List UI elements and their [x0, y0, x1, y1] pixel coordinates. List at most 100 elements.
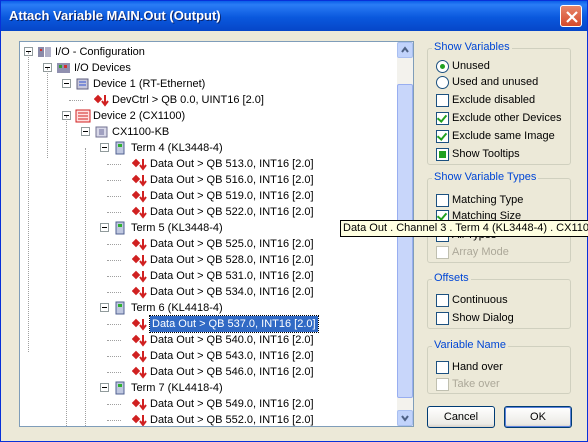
tree-connector	[107, 260, 121, 261]
terminal-icon	[113, 141, 129, 155]
tree-item[interactable]: DevCtrl > QB 0.0, UINT16 [2.0]	[112, 92, 264, 108]
terminal-icon	[113, 221, 129, 235]
output-variable-icon	[131, 157, 148, 171]
tree-item-label: I/O Devices	[74, 62, 131, 74]
bus-coupler-icon	[94, 125, 110, 139]
tree-item-selected[interactable]: Data Out > QB 537.0, INT16 [2.0]	[149, 315, 319, 333]
tree-item-label: Term 6 (KL4418-4)	[131, 302, 223, 314]
chevron-down-icon	[401, 415, 409, 422]
tree-collapse-toggle[interactable]	[100, 303, 109, 312]
tree-connector	[107, 340, 121, 341]
tree-item[interactable]: Data Out > QB 549.0, INT16 [2.0]	[150, 396, 314, 412]
tree-item-label: Data Out > QB 540.0, INT16 [2.0]	[150, 334, 314, 346]
offsets-group: Offsets Continuous Show Dialog	[427, 272, 571, 329]
tree-item[interactable]: Term 7 (KL4418-4)	[131, 380, 223, 396]
scroll-up-button[interactable]	[397, 42, 413, 58]
tree-item[interactable]: Data Out > QB 525.0, INT16 [2.0]	[150, 236, 314, 252]
tree-connector	[107, 372, 121, 373]
tree-item-label: Data Out > QB 513.0, INT16 [2.0]	[150, 158, 314, 170]
title-bar[interactable]: Attach Variable MAIN.Out (Output)	[1, 1, 587, 31]
tree-item-label: Data Out > QB 543.0, INT16 [2.0]	[150, 350, 314, 362]
tree-guide-line	[66, 116, 67, 426]
tree-item[interactable]: Device 1 (RT-Ethernet)	[93, 76, 205, 92]
tree-item[interactable]: Term 6 (KL4418-4)	[131, 300, 223, 316]
tree-item-label: DevCtrl > QB 0.0, UINT16 [2.0]	[112, 94, 264, 106]
output-variable-icon	[131, 397, 148, 411]
tree-item-label: Data Out > QB 522.0, INT16 [2.0]	[150, 206, 314, 218]
output-variable-icon	[131, 189, 148, 203]
tree-collapse-toggle[interactable]	[100, 143, 109, 152]
show-variables-group: Show Variables Unused Used and unused Ex…	[427, 41, 571, 165]
tree-collapse-toggle[interactable]	[100, 223, 109, 232]
tree-item[interactable]: Data Out > QB 540.0, INT16 [2.0]	[150, 332, 314, 348]
tree-item[interactable]: Data Out > QB 519.0, INT16 [2.0]	[150, 188, 314, 204]
tree-guide-line	[28, 52, 29, 352]
tree-item-label: Data Out > QB 516.0, INT16 [2.0]	[150, 174, 314, 186]
output-variable-icon	[131, 365, 148, 379]
tree-guide-line	[47, 68, 48, 158]
tree-item[interactable]: Data Out > QB 534.0, INT16 [2.0]	[150, 284, 314, 300]
output-variable-icon	[131, 173, 148, 187]
tree-item-label: Data Out > QB 546.0, INT16 [2.0]	[150, 366, 314, 378]
tree-item[interactable]: Data Out > QB 528.0, INT16 [2.0]	[150, 252, 314, 268]
ok-button[interactable]: OK	[504, 406, 572, 428]
tree-connector	[107, 356, 121, 357]
tree-connector	[107, 180, 121, 181]
output-variable-icon	[131, 333, 148, 347]
terminal-icon	[113, 301, 129, 315]
window-title: Attach Variable MAIN.Out (Output)	[9, 8, 221, 23]
tree-collapse-toggle[interactable]	[81, 127, 90, 136]
tree-collapse-toggle[interactable]	[62, 79, 71, 88]
group-title: Offsets	[432, 272, 471, 284]
tree-item[interactable]: Data Out > QB 543.0, INT16 [2.0]	[150, 348, 314, 364]
tree-item[interactable]: Term 4 (KL3448-4)	[131, 140, 223, 156]
tree-collapse-toggle[interactable]	[100, 383, 109, 392]
output-variable-icon	[93, 93, 110, 107]
output-variable-icon	[131, 317, 148, 331]
scroll-thumb[interactable]	[397, 84, 413, 398]
tree-item[interactable]: Term 5 (KL3448-4)	[131, 220, 223, 236]
close-button[interactable]	[560, 5, 582, 27]
scroll-down-button[interactable]	[397, 410, 413, 426]
tree-item-label: Data Out > QB 525.0, INT16 [2.0]	[150, 238, 314, 250]
group-title: Show Variables	[432, 41, 512, 53]
output-variable-icon	[131, 237, 148, 251]
tree-item-label: Data Out > QB 519.0, INT16 [2.0]	[150, 190, 314, 202]
tree-item-label: Data Out > QB 531.0, INT16 [2.0]	[150, 270, 314, 282]
cx-device-icon	[75, 109, 91, 123]
output-variable-icon	[131, 269, 148, 283]
tree-item[interactable]: Data Out > QB 513.0, INT16 [2.0]	[150, 156, 314, 172]
tree-item-label: CX1100-KB	[112, 126, 170, 138]
output-variable-icon	[131, 285, 148, 299]
tree-item[interactable]: I/O - Configuration	[55, 44, 145, 60]
tree-item[interactable]: I/O Devices	[74, 60, 131, 76]
tree-item[interactable]: Data Out > QB 546.0, INT16 [2.0]	[150, 364, 314, 380]
output-variable-icon	[131, 413, 148, 426]
tree-item[interactable]: Device 2 (CX1100)	[93, 108, 185, 124]
tree-item[interactable]: Data Out > QB 531.0, INT16 [2.0]	[150, 268, 314, 284]
tree-item[interactable]: CX1100-KB	[112, 124, 169, 140]
tree-item[interactable]: Data Out > QB 552.0, INT16 [2.0]	[150, 412, 314, 426]
tree-connector	[107, 420, 121, 421]
close-icon	[566, 11, 578, 23]
cancel-button[interactable]: Cancel	[427, 406, 495, 428]
tree-connector	[107, 276, 121, 277]
tree-item-label: Data Out > QB 528.0, INT16 [2.0]	[150, 254, 314, 266]
output-variable-icon	[131, 205, 148, 219]
tree-item[interactable]: Data Out > QB 522.0, INT16 [2.0]	[150, 204, 314, 220]
tree-connector	[107, 196, 121, 197]
chevron-up-icon	[401, 46, 409, 53]
tree-item[interactable]: Data Out > QB 516.0, INT16 [2.0]	[150, 172, 314, 188]
tree-item-label: Term 7 (KL4418-4)	[131, 382, 223, 394]
tree-connector	[107, 212, 121, 213]
group-title: Variable Name	[432, 339, 508, 351]
attach-variable-dialog: Attach Variable MAIN.Out (Output) I/O - …	[0, 0, 588, 442]
tree-item-label: Data Out > QB 537.0, INT16 [2.0]	[149, 315, 319, 333]
output-variable-icon	[131, 349, 148, 363]
tree-item-label: Term 5 (KL3448-4)	[131, 222, 223, 234]
tree-item-label: Term 4 (KL3448-4)	[131, 142, 223, 154]
tree-item-label: Data Out > QB 534.0, INT16 [2.0]	[150, 286, 314, 298]
variable-name-group: Variable Name Hand over Take over	[427, 339, 571, 394]
tree-connector	[69, 100, 83, 101]
tree-connector	[107, 164, 121, 165]
